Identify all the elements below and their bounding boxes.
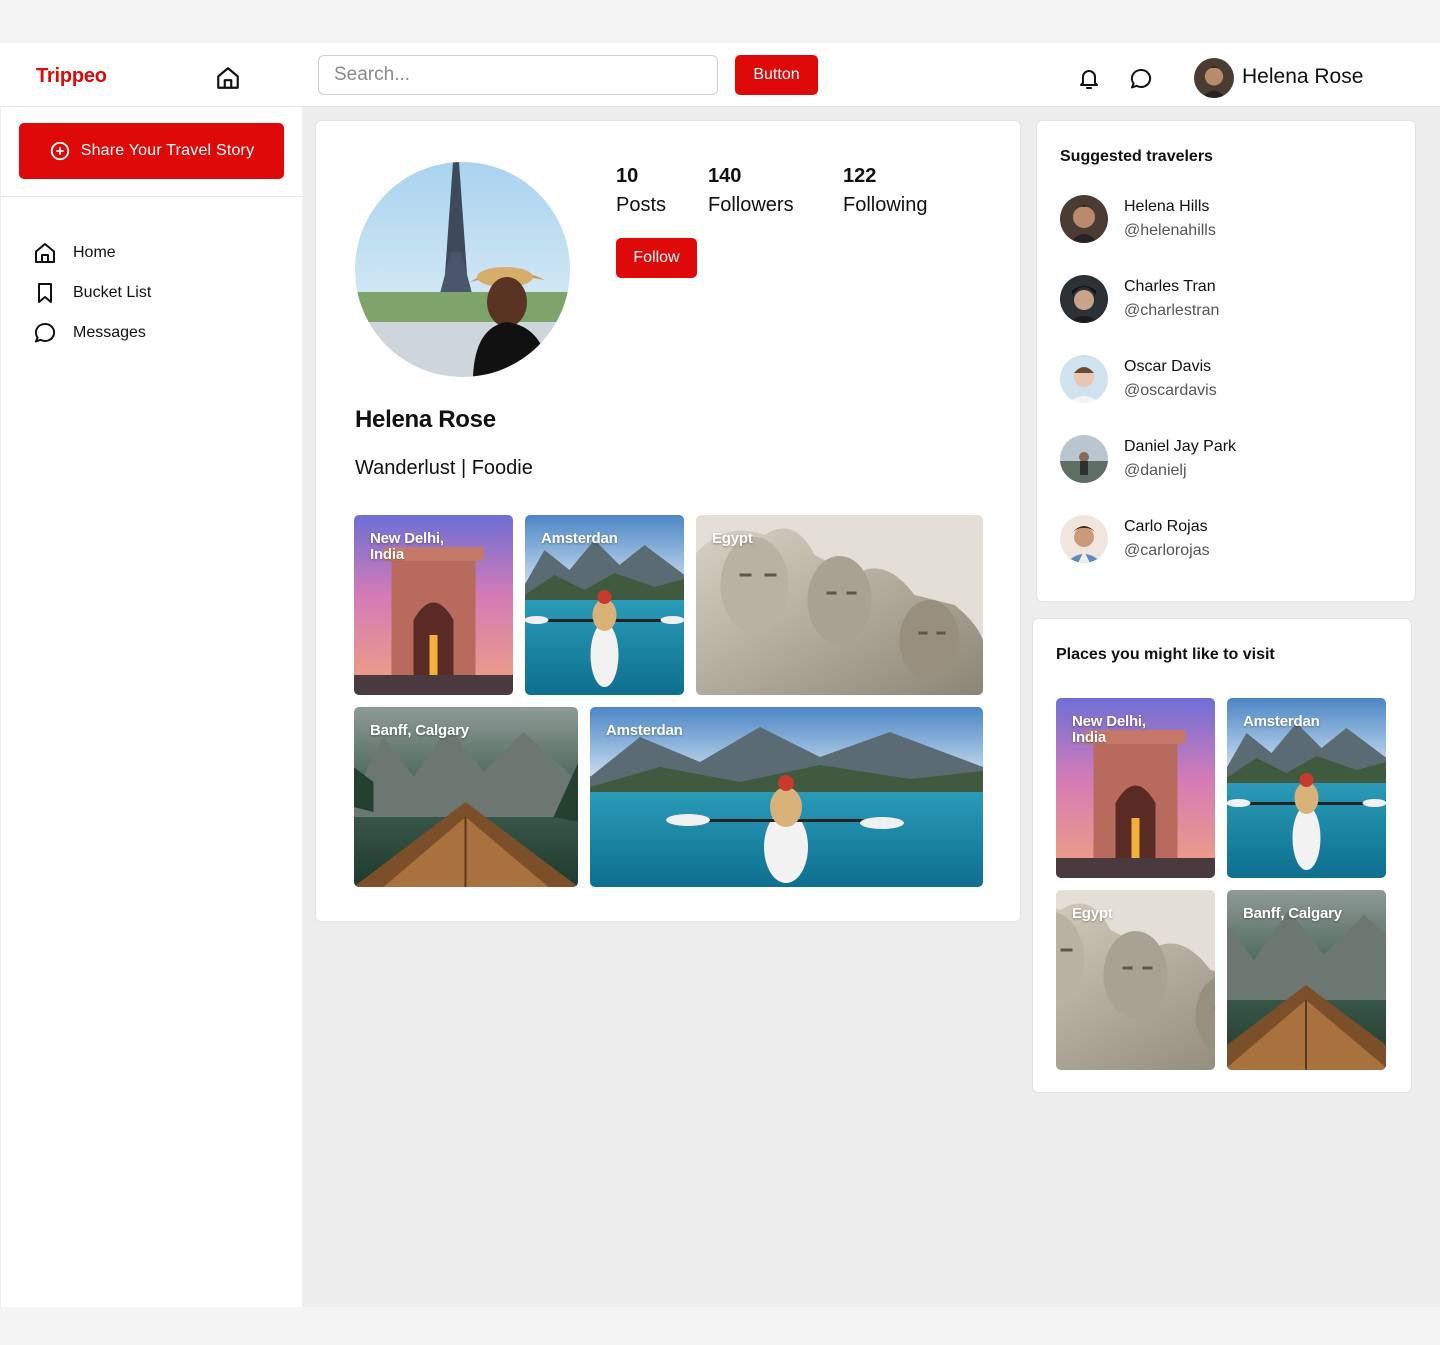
avatar [1060, 355, 1108, 403]
traveler-name: Oscar Davis [1124, 358, 1212, 375]
place-caption: Egypt [1072, 905, 1113, 922]
sidebar-nav: Home Bucket List Messages [33, 233, 151, 353]
profile-name: Helena Rose [355, 406, 496, 433]
user-avatar[interactable] [1194, 58, 1234, 98]
sidebar-divider [1, 196, 302, 197]
list-item[interactable]: Charles Tran @charlestran [1060, 268, 1236, 348]
avatar [1060, 515, 1108, 563]
suggested-travelers-card: Suggested travelers Helena Hills @helena… [1036, 120, 1416, 602]
home-icon [35, 243, 55, 263]
post-caption: Amsterdan [541, 530, 618, 547]
place-tile[interactable]: Egypt [1056, 890, 1215, 1070]
stat-label: Posts [616, 194, 667, 216]
post-caption: Banff, Calgary [370, 722, 469, 739]
bookmark-icon [38, 283, 52, 303]
places-to-visit-card: Places you might like to visit New Delhi… [1032, 618, 1412, 1093]
post-tile[interactable]: Banff, Calgary [354, 707, 578, 887]
list-item[interactable]: Oscar Davis @oscardavis [1060, 348, 1236, 428]
list-item[interactable]: Carlo Rojas @carlorojas [1060, 508, 1236, 588]
post-tile[interactable]: New Delhi, India [354, 515, 513, 695]
sidebar-item-label: Home [73, 244, 116, 261]
chat-icon[interactable] [1129, 67, 1153, 91]
top-navigation-bar: Trippeo Button Helena Rose [0, 43, 1440, 107]
notification-bell-icon[interactable] [1077, 67, 1101, 91]
follow-button[interactable]: Follow [616, 238, 697, 278]
card-title: Suggested travelers [1060, 148, 1213, 165]
stat-followers[interactable]: 140 Followers [708, 165, 843, 217]
traveler-name: Helena Hills [1124, 198, 1210, 215]
traveler-handle: @carlorojas [1124, 542, 1210, 559]
traveler-handle: @charlestran [1124, 302, 1220, 319]
list-item[interactable]: Daniel Jay Park @danielj [1060, 428, 1236, 508]
current-user-name[interactable]: Helena Rose [1242, 65, 1363, 89]
sidebar-item-messages[interactable]: Messages [33, 313, 151, 353]
stat-value: 140 [708, 165, 742, 187]
traveler-name: Charles Tran [1124, 278, 1216, 295]
stat-posts[interactable]: 10 Posts [616, 165, 708, 217]
avatar [1060, 275, 1108, 323]
app-shell: Trippeo Button Helena Rose Share Your Tr… [0, 43, 1440, 1307]
place-caption: New Delhi, India [1072, 713, 1146, 746]
stat-value: 122 [843, 165, 877, 187]
post-caption: Amsterdan [606, 722, 683, 739]
list-item[interactable]: Helena Hills @helenahills [1060, 188, 1236, 268]
suggested-travelers-list: Helena Hills @helenahills Charles Tran @… [1060, 188, 1236, 588]
place-tile[interactable]: Amsterdan [1227, 698, 1386, 878]
traveler-handle: @danielj [1124, 462, 1187, 479]
traveler-handle: @oscardavis [1124, 382, 1217, 399]
profile-card: 10 Posts 140 Followers 122 Following Fol… [315, 120, 1021, 922]
place-caption: Banff, Calgary [1243, 905, 1342, 922]
post-tile[interactable]: Amsterdan [525, 515, 684, 695]
search-input[interactable] [318, 55, 718, 95]
profile-stats: 10 Posts 140 Followers 122 Following [616, 165, 927, 217]
app-logo[interactable]: Trippeo [36, 65, 107, 88]
avatar [1060, 195, 1108, 243]
profile-bio: Wanderlust | Foodie [355, 457, 533, 479]
primary-button[interactable]: Button [735, 55, 818, 95]
place-tile[interactable]: Banff, Calgary [1227, 890, 1386, 1070]
avatar [1060, 435, 1108, 483]
sidebar-item-bucket-list[interactable]: Bucket List [33, 273, 151, 313]
place-caption: Amsterdan [1243, 713, 1320, 730]
post-tile[interactable]: Egypt [696, 515, 983, 695]
post-tile[interactable]: Amsterdan [590, 707, 983, 887]
card-title: Places you might like to visit [1056, 646, 1275, 663]
stat-value: 10 [616, 165, 639, 187]
traveler-handle: @helenahills [1124, 222, 1216, 239]
chat-icon [34, 322, 56, 343]
home-icon[interactable] [215, 65, 241, 91]
sidebar: Share Your Travel Story Home Bucket List… [1, 107, 302, 1307]
profile-photo [355, 162, 570, 377]
sidebar-item-label: Messages [73, 324, 146, 341]
share-button-label: Share Your Travel Story [80, 142, 255, 159]
place-tile[interactable]: New Delhi, India [1056, 698, 1215, 878]
stat-label: Following [843, 194, 928, 216]
post-caption: New Delhi, India [370, 530, 444, 563]
sidebar-item-home[interactable]: Home [33, 233, 151, 273]
plus-circle-icon [50, 141, 69, 161]
post-caption: Egypt [712, 530, 753, 547]
stat-following[interactable]: 122 Following [843, 165, 927, 217]
share-travel-story-button[interactable]: Share Your Travel Story [19, 123, 284, 179]
sidebar-item-label: Bucket List [73, 284, 152, 301]
stat-label: Followers [708, 194, 794, 216]
traveler-name: Daniel Jay Park [1124, 438, 1237, 455]
traveler-name: Carlo Rojas [1124, 518, 1208, 535]
